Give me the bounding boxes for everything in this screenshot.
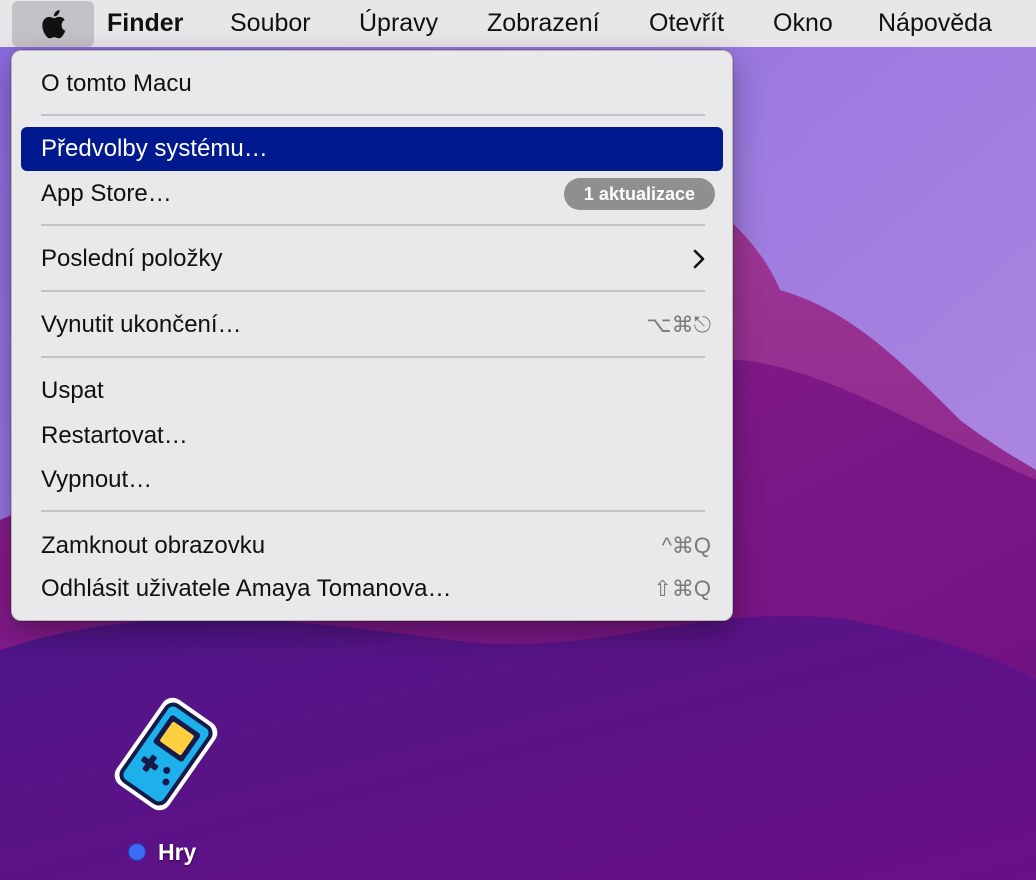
apple-dropdown-menu: O tomto Macu Předvolby systému… App Stor… — [11, 50, 733, 621]
menu-item-label: Uspat — [41, 377, 104, 404]
menu-separator — [41, 510, 705, 512]
gamepad-icon[interactable] — [100, 688, 232, 820]
menubar-help[interactable]: Nápověda — [878, 0, 992, 47]
desktop-icon-name: Hry — [158, 838, 197, 865]
menu-item-about[interactable]: O tomto Macu — [21, 62, 723, 106]
menu-item-label: Vypnout… — [41, 466, 153, 493]
log-out-shortcut: ⇧⌘Q — [653, 576, 711, 601]
lock-screen-shortcut: ^⌘Q — [661, 533, 711, 558]
menu-item-app-store[interactable]: App Store… 1 aktualizace — [21, 172, 723, 216]
menu-separator — [41, 224, 705, 226]
update-count-badge: 1 aktualizace — [563, 178, 715, 210]
menu-item-lock-screen[interactable]: Zamknout obrazovku ^⌘Q — [21, 524, 723, 568]
menu-separator — [41, 290, 705, 292]
force-quit-shortcut: ⌥⌘⎋ — [646, 312, 711, 337]
menubar-file[interactable]: Soubor — [230, 0, 311, 47]
desktop-icon-label[interactable]: Hry — [128, 836, 196, 868]
menubar-edit[interactable]: Úpravy — [359, 0, 438, 47]
menu-item-label: Vynutit ukončení… — [41, 311, 242, 338]
menu-item-label: Zamknout obrazovku — [41, 532, 266, 559]
menu-item-force-quit[interactable]: Vynutit ukončení… ⌥⌘⎋ — [21, 303, 723, 347]
menu-separator — [41, 114, 705, 116]
menu-item-label: App Store… — [41, 180, 172, 207]
menu-separator — [41, 356, 705, 358]
menu-item-label: O tomto Macu — [41, 70, 192, 97]
menu-bar: Finder Soubor Úpravy Zobrazení Otevřít O… — [0, 0, 1036, 47]
menu-item-shut-down[interactable]: Vypnout… — [21, 458, 723, 502]
menubar-go[interactable]: Otevřít — [649, 0, 724, 47]
menubar-window[interactable]: Okno — [773, 0, 833, 47]
menu-item-label: Odhlásit uživatele Amaya Tomanova… — [41, 575, 452, 602]
menu-item-label: Restartovat… — [41, 422, 188, 449]
apple-logo-icon — [42, 10, 66, 39]
blue-tag-dot — [128, 843, 146, 861]
menubar-app-finder[interactable]: Finder — [107, 0, 183, 47]
menu-item-label: Předvolby systému… — [41, 135, 268, 162]
menu-item-system-preferences[interactable]: Předvolby systému… — [21, 127, 723, 171]
menu-item-restart[interactable]: Restartovat… — [21, 414, 723, 458]
chevron-right-icon — [693, 249, 705, 269]
menu-item-recent-items[interactable]: Poslední položky — [21, 237, 723, 281]
menu-item-label: Poslední položky — [41, 245, 223, 272]
menubar-view[interactable]: Zobrazení — [487, 0, 600, 47]
apple-menu-button[interactable] — [12, 1, 94, 47]
menu-item-log-out[interactable]: Odhlásit uživatele Amaya Tomanova… ⇧⌘Q — [21, 567, 723, 611]
menu-item-sleep[interactable]: Uspat — [21, 369, 723, 413]
